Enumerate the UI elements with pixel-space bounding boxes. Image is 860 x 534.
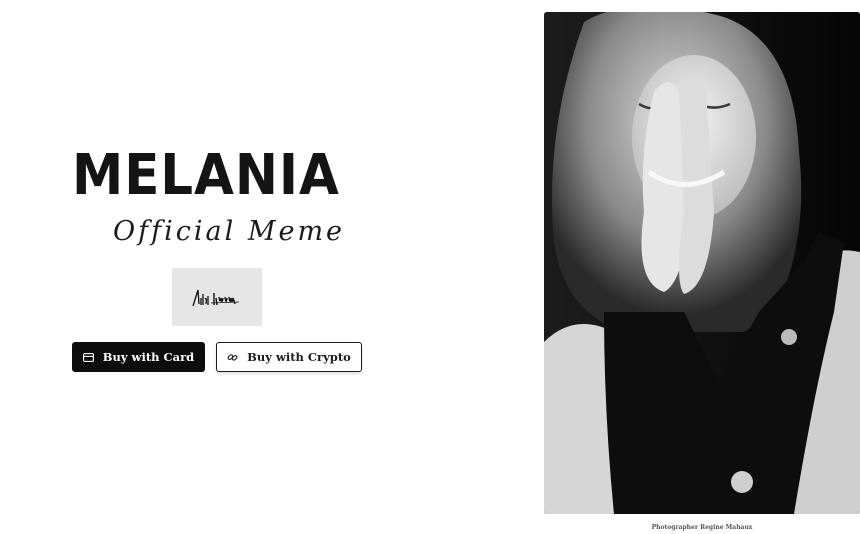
credit-card-icon <box>82 352 94 362</box>
portrait-photo <box>544 12 860 514</box>
page-subtitle: Official Meme <box>113 216 346 247</box>
hero-section: MELANIA Official Meme Buy with Card Buy … <box>0 0 430 534</box>
buy-with-card-button[interactable]: Buy with Card <box>72 342 205 372</box>
buy-with-card-label: Buy with Card <box>102 350 195 364</box>
buy-with-crypto-button[interactable]: Buy with Crypto <box>216 342 362 372</box>
portrait-image <box>544 12 860 514</box>
link-icon <box>227 352 238 363</box>
signature-box <box>172 268 262 326</box>
buy-with-crypto-label: Buy with Crypto <box>247 350 351 364</box>
page-title: MELANIA <box>72 143 340 208</box>
signature-image <box>192 289 240 307</box>
photo-caption: Photographer Regine Mahaux <box>651 524 753 531</box>
